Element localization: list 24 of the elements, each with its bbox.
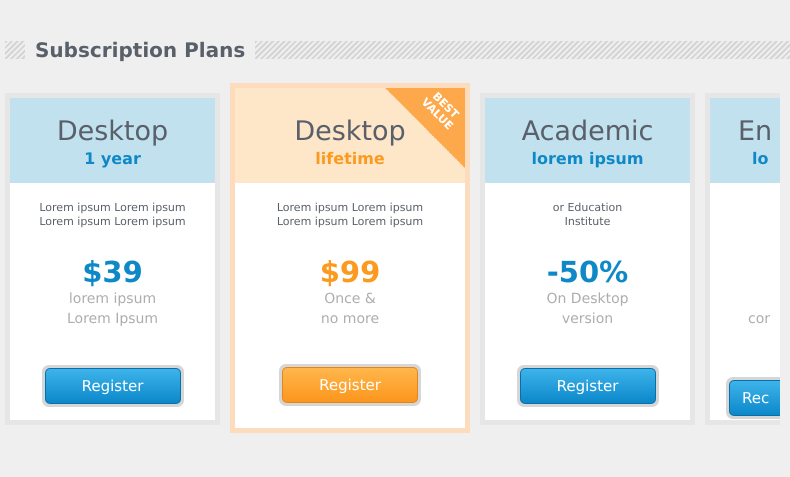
register-button[interactable]: Register (520, 368, 656, 404)
plan-title: Desktop (294, 116, 406, 148)
plan-title: Desktop (56, 116, 168, 148)
price-note: On Desktop version (545, 290, 630, 329)
plan-price: -50% (546, 255, 628, 289)
plan-title: Academic (522, 116, 654, 148)
section-title: Subscription Plans (35, 38, 246, 62)
plan-subtitle: lorem ipsum (532, 148, 644, 170)
plan-title: En (738, 116, 772, 148)
price-note: cor (748, 310, 770, 329)
plan-price: $99 (320, 255, 380, 289)
hatch-bar (5, 41, 25, 59)
plan-price: $39 (82, 255, 143, 289)
register-button[interactable]: Register (282, 367, 418, 403)
plan-description: Lorem ipsum Lorem ipsum Lorem ipsum Lorem ipsum (38, 201, 187, 229)
plan-subtitle: lifetime (315, 148, 385, 170)
price-note: lorem ipsum Lorem Ipsum (66, 290, 160, 329)
plan-subtitle: lo (752, 148, 768, 170)
price-note: Once & no more (320, 290, 380, 329)
plan-description: Lorem ipsum Lorem ipsum Lorem ipsum Lorem ipsum (276, 201, 424, 229)
register-button[interactable]: Rec (729, 380, 780, 416)
plan-description: or Education Institute (552, 201, 624, 229)
plan-subtitle: 1 year (84, 148, 141, 170)
register-button[interactable]: Register (44, 368, 180, 404)
